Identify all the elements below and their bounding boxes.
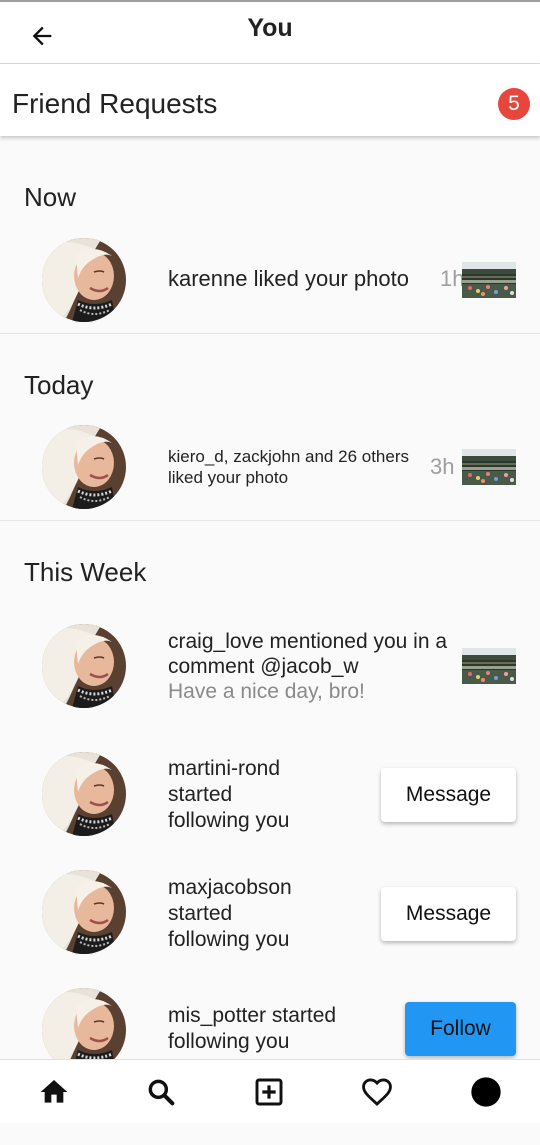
avatar[interactable] (42, 425, 126, 509)
nav-add-post[interactable] (249, 1072, 289, 1112)
system-bar-spacer (0, 1123, 540, 1145)
notification-text-line: craig_love mentioned you in a (168, 630, 448, 653)
notification-text: craig_love mentioned you in a comment @j… (168, 629, 447, 704)
top-app-bar: You (0, 0, 540, 64)
message-button[interactable]: Message (381, 887, 516, 941)
notification-text: karenne liked your photo (168, 266, 409, 291)
avatar[interactable] (42, 624, 126, 708)
notification-text-line: comment @jacob_w (168, 655, 359, 678)
post-thumbnail[interactable] (462, 449, 516, 485)
notification-text: maxjacobson started following you (168, 875, 292, 953)
notification-text-line: liked your photo (168, 468, 289, 487)
notification-text-line: following you (168, 1030, 290, 1053)
page-title: You (247, 14, 293, 42)
avatar[interactable] (42, 238, 126, 322)
divider (0, 333, 540, 334)
nav-activity[interactable] (357, 1072, 397, 1112)
notification-text-line: following you (168, 928, 290, 951)
avatar[interactable] (42, 752, 126, 836)
notification-text-line: martini-rond (168, 757, 281, 780)
notification-time: 1h (440, 266, 465, 291)
bottom-navigation (0, 1059, 540, 1123)
avatar[interactable] (42, 870, 126, 954)
notification-text: kiero_d, zackjohn and 26 others liked yo… (168, 446, 409, 488)
search-icon (148, 1079, 175, 1106)
divider (0, 520, 540, 521)
post-thumbnail[interactable] (462, 262, 516, 298)
section-title-today: Today (24, 370, 94, 400)
notification-text-line: following you (168, 809, 290, 832)
friend-requests-count-badge: 5 (498, 88, 530, 120)
heart-icon (362, 1078, 392, 1106)
notification-text-line: started (168, 902, 233, 925)
nav-search[interactable] (141, 1072, 181, 1112)
friend-requests-label: Friend Requests (12, 88, 218, 119)
nav-home[interactable] (34, 1072, 74, 1112)
add-post-icon (255, 1078, 283, 1106)
comment-preview: Have a nice day, bro! (168, 680, 365, 703)
nav-profile[interactable] (466, 1072, 506, 1112)
notification-text-line: maxjacobson (168, 876, 292, 899)
post-thumbnail[interactable] (462, 648, 516, 684)
section-title-this-week: This Week (24, 557, 147, 587)
home-icon (40, 1080, 68, 1103)
message-button[interactable]: Message (381, 768, 516, 822)
notification-text: martini-rond started following you (168, 756, 289, 834)
notification-time: 3h (430, 454, 455, 479)
notification-text: mis_potter started following you (168, 1003, 336, 1055)
notification-text-line: started (168, 783, 233, 806)
section-title-now: Now (24, 182, 77, 212)
profile-icon (471, 1077, 501, 1107)
friend-requests-row[interactable]: Friend Requests 5 (0, 64, 540, 136)
notification-text-line: mis_potter started (168, 1004, 337, 1027)
follow-button[interactable]: Follow (405, 1002, 516, 1056)
notification-text-line: kiero_d, zackjohn and 26 others (168, 447, 409, 466)
